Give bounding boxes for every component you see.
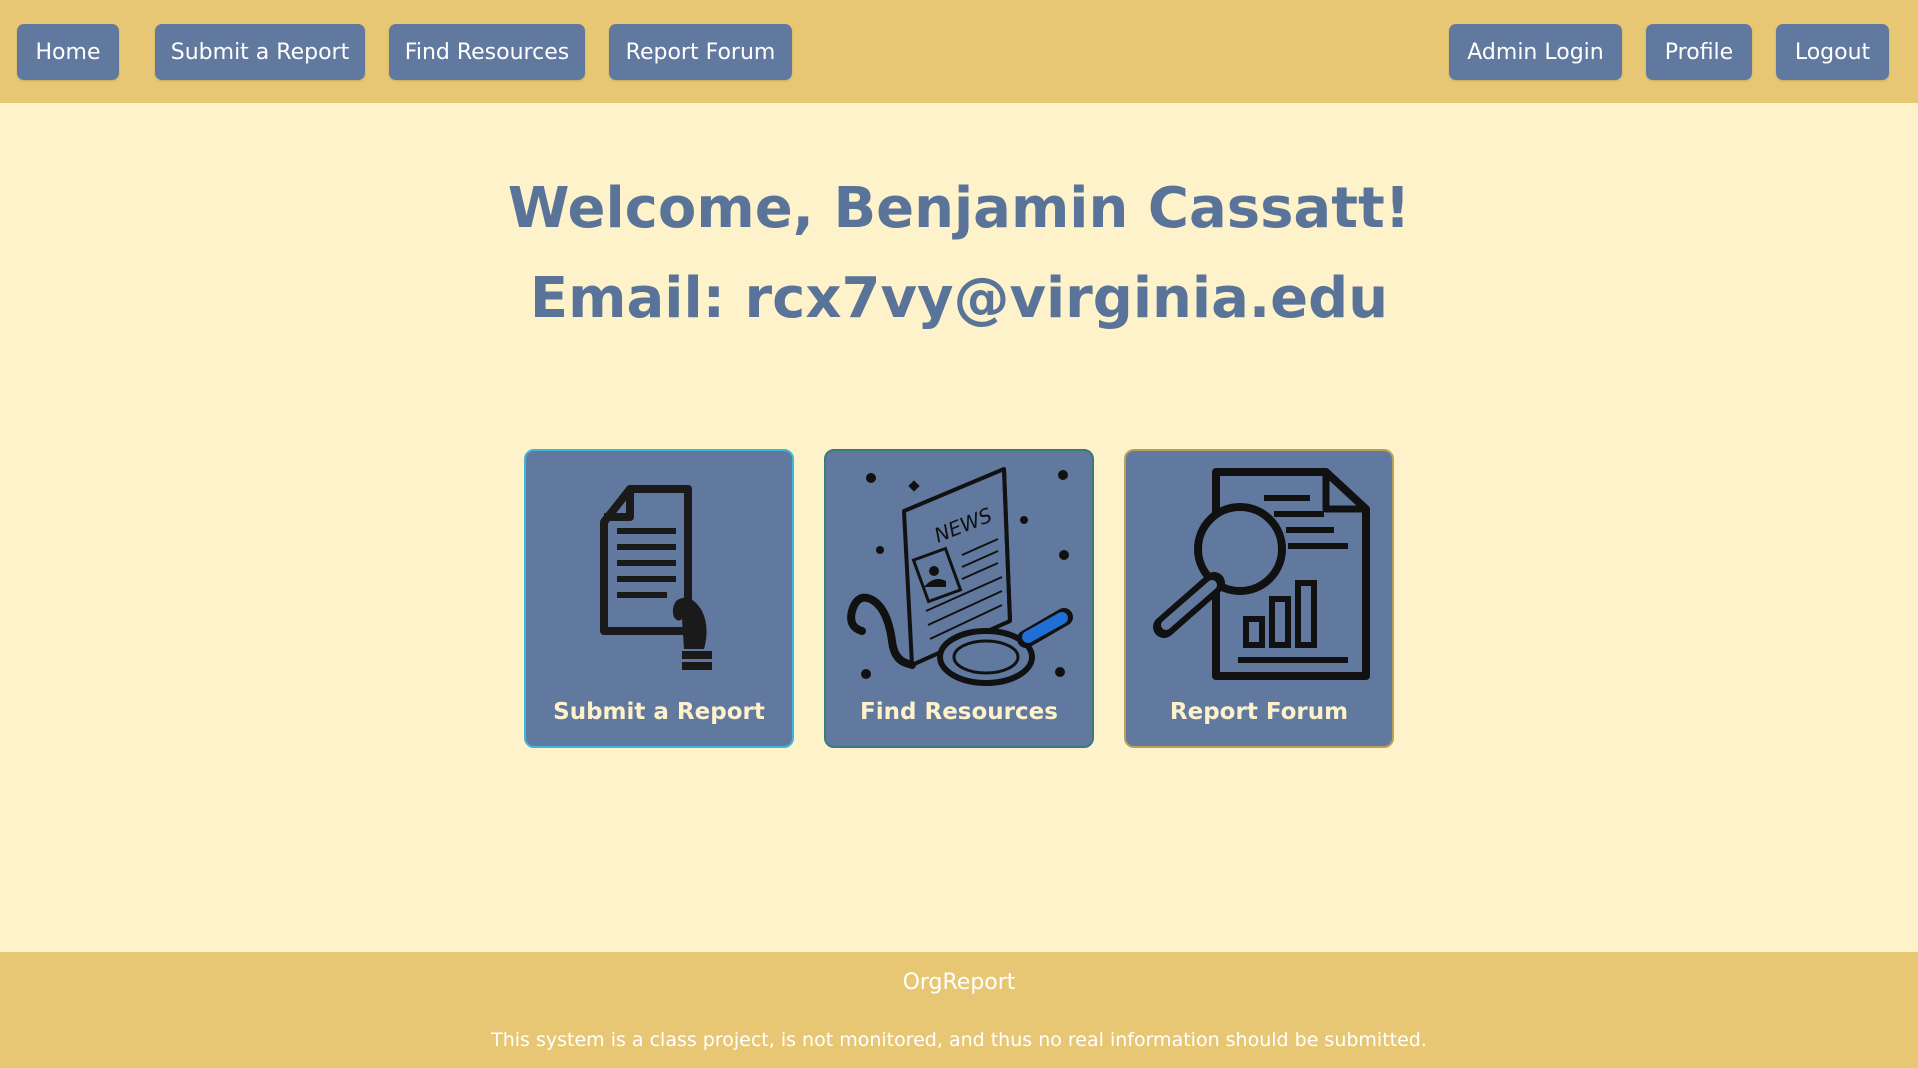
find-resources-card[interactable]: NEWS Find Resources [824,449,1094,748]
report-forum-card[interactable]: Report Forum [1124,449,1394,748]
user-email-heading: Email: rcx7vy@virginia.edu [529,266,1389,331]
nav-profile-button[interactable]: Profile [1646,24,1752,80]
nav-home-button[interactable]: Home [17,24,119,80]
footer-brand: OrgReport [902,970,1016,995]
nav-admin-login-button[interactable]: Admin Login [1449,24,1622,80]
nav-find-resources-button[interactable]: Find Resources [389,24,585,80]
submit-report-card-label: Submit a Report [553,699,765,725]
nav-logout-button[interactable]: Logout [1776,24,1889,80]
submit-report-card[interactable]: Submit a Report [524,449,794,748]
nav-submit-report-button[interactable]: Submit a Report [155,24,365,80]
report-forum-card-label: Report Forum [1169,699,1349,725]
nav-report-forum-button[interactable]: Report Forum [609,24,792,80]
welcome-heading: Welcome, Benjamin Cassatt! [507,176,1411,241]
find-resources-card-label: Find Resources [860,699,1058,725]
footer-disclaimer: This system is a class project, is not m… [491,1029,1427,1051]
